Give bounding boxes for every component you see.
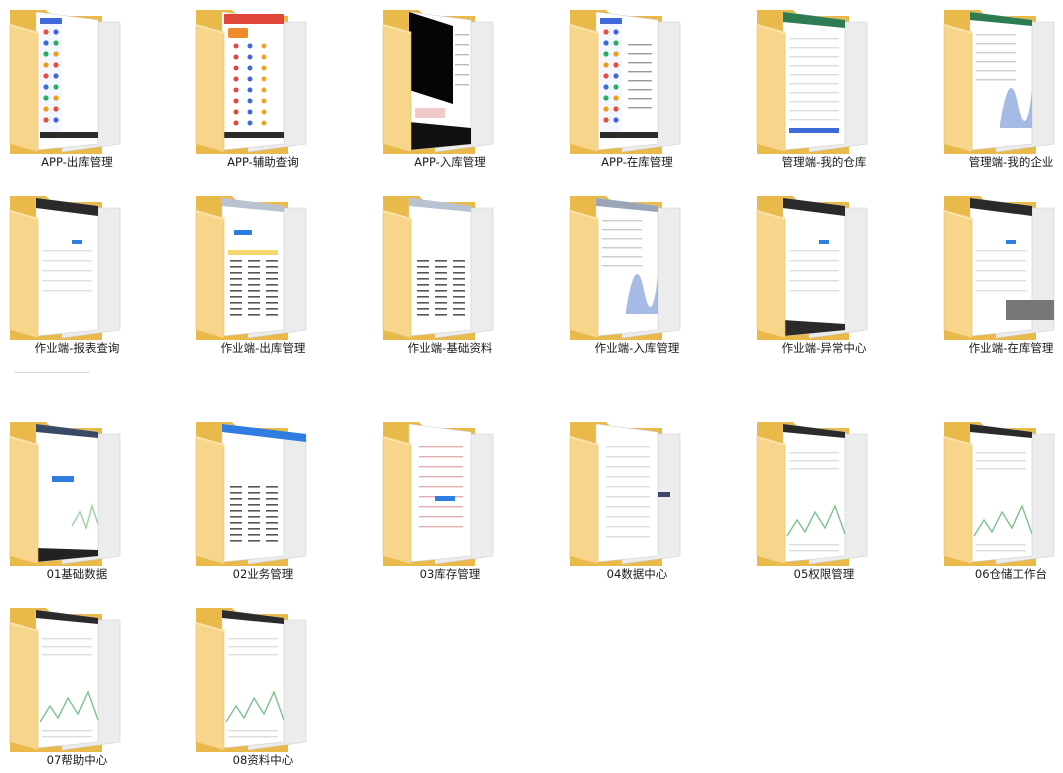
folder-item[interactable]: 作业端-基础资料 [375, 190, 525, 355]
folder-icon [749, 4, 899, 154]
folder-item[interactable]: 管理端-我的仓库 [749, 4, 899, 169]
folder-name: 01基础数据 [46, 567, 108, 581]
paper-preview [221, 423, 307, 565]
folder-item[interactable]: 02业务管理 [188, 416, 338, 581]
folder-name: APP-在库管理 [601, 155, 673, 169]
folder-name: 02业务管理 [232, 567, 294, 581]
paper-preview [221, 11, 307, 153]
paper-preview [595, 423, 681, 565]
folder-item[interactable]: 作业端-异常中心 [749, 190, 899, 355]
folder-item[interactable]: APP-出库管理 [2, 4, 152, 169]
folder-name: 04数据中心 [606, 567, 668, 581]
folder-item[interactable]: 08资料中心 [188, 602, 338, 767]
folder-name: 作业端-异常中心 [781, 341, 867, 355]
folder-icon [375, 4, 525, 154]
folder-icon [936, 190, 1063, 340]
folder-icon [188, 602, 338, 752]
paper-preview [969, 11, 1055, 153]
folder-name: 作业端-出库管理 [220, 341, 306, 355]
folder-name: APP-出库管理 [41, 155, 113, 169]
folder-item[interactable]: 03库存管理 [375, 416, 525, 581]
paper-preview [408, 423, 494, 565]
file-explorer-icon-grid: APP-出库管理 APP-辅助查询 APP-入库管理 APP-在库管理 管理端-我的仓库… [0, 0, 1063, 773]
folder-name: 07帮助中心 [46, 753, 108, 767]
folder-item[interactable]: 作业端-报表查询 [2, 190, 152, 355]
folder-icon [375, 416, 525, 566]
paper-preview [782, 423, 868, 565]
folder-icon [2, 190, 152, 340]
paper-preview [221, 197, 307, 339]
folder-icon [188, 416, 338, 566]
folder-icon [562, 4, 712, 154]
paper-preview [35, 423, 121, 565]
folder-name: 08资料中心 [232, 753, 294, 767]
folder-name: 作业端-报表查询 [34, 341, 120, 355]
folder-name: 06仓储工作台 [974, 567, 1048, 581]
paper-preview [782, 197, 868, 339]
folder-name: APP-辅助查询 [227, 155, 299, 169]
folder-item[interactable]: 作业端-在库管理 [936, 190, 1063, 355]
folder-icon [562, 416, 712, 566]
paper-preview [35, 11, 121, 153]
folder-item[interactable]: 作业端-出库管理 [188, 190, 338, 355]
folder-name: 05权限管理 [793, 567, 855, 581]
paper-preview [408, 11, 494, 153]
folder-item[interactable]: APP-在库管理 [562, 4, 712, 169]
folder-icon [2, 416, 152, 566]
folder-item[interactable]: 07帮助中心 [2, 602, 152, 767]
folder-item[interactable]: APP-辅助查询 [188, 4, 338, 169]
folder-name: 管理端-我的企业 [968, 155, 1054, 169]
folder-icon [936, 4, 1063, 154]
folder-icon [2, 602, 152, 752]
paper-preview [595, 197, 681, 339]
folder-name: 作业端-在库管理 [968, 341, 1054, 355]
paper-preview [408, 197, 494, 339]
folder-item[interactable]: 作业端-入库管理 [562, 190, 712, 355]
folder-name: APP-入库管理 [414, 155, 486, 169]
folder-name: 03库存管理 [419, 567, 481, 581]
folder-icon [375, 190, 525, 340]
folder-icon [188, 190, 338, 340]
group-divider [14, 372, 90, 373]
paper-preview [221, 609, 307, 751]
folder-item[interactable]: APP-入库管理 [375, 4, 525, 169]
folder-icon [749, 190, 899, 340]
folder-icon [562, 190, 712, 340]
folder-icon [2, 4, 152, 154]
paper-preview [782, 11, 868, 153]
folder-item[interactable]: 01基础数据 [2, 416, 152, 581]
folder-item[interactable]: 04数据中心 [562, 416, 712, 581]
folder-name: 作业端-入库管理 [594, 341, 680, 355]
folder-icon [749, 416, 899, 566]
folder-name: 管理端-我的仓库 [781, 155, 867, 169]
folder-icon [188, 4, 338, 154]
paper-preview [595, 11, 681, 153]
paper-preview [35, 609, 121, 751]
folder-icon [936, 416, 1063, 566]
folder-name: 作业端-基础资料 [407, 341, 493, 355]
paper-preview [969, 423, 1055, 565]
paper-preview [969, 197, 1055, 339]
folder-item[interactable]: 05权限管理 [749, 416, 899, 581]
folder-item[interactable]: 06仓储工作台 [936, 416, 1063, 581]
paper-preview [35, 197, 121, 339]
folder-item[interactable]: 管理端-我的企业 [936, 4, 1063, 169]
